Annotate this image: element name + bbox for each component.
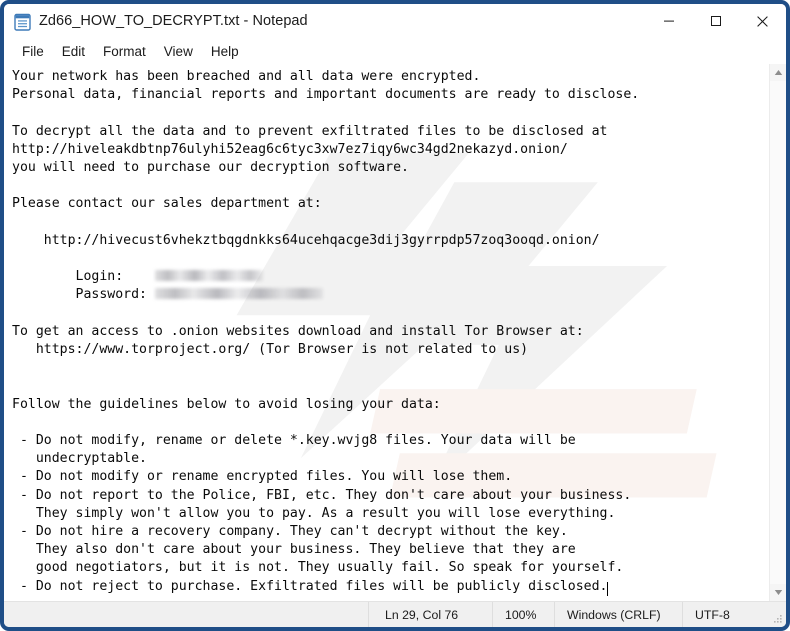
minimize-button[interactable]	[645, 4, 692, 38]
status-bar-spacer	[4, 602, 368, 627]
title-bar[interactable]: Zd66_HOW_TO_DECRYPT.txt - Notepad	[4, 4, 786, 38]
note-line: - Do not modify, rename or delete *.key.…	[12, 433, 576, 449]
close-icon	[757, 15, 768, 27]
note-line: They simply won't allow you to pay. As a…	[12, 505, 616, 521]
window-title: Zd66_HOW_TO_DECRYPT.txt - Notepad	[39, 13, 308, 29]
note-line: - Do not reject to purchase. Exfiltrated…	[12, 578, 608, 594]
menu-item-file[interactable]: File	[13, 42, 53, 61]
note-line-leak-url: http://hiveleakdbtnp76ulyhi52eag6c6tyc3x…	[12, 141, 568, 157]
login-value-redacted	[154, 269, 263, 281]
minimize-icon	[663, 20, 674, 22]
note-line: - Do not report to the Police, FBI, etc.…	[12, 487, 632, 503]
login-label: Login:	[12, 269, 155, 285]
maximize-icon	[710, 16, 721, 26]
menu-item-format[interactable]: Format	[94, 42, 155, 61]
note-line: Personal data, financial reports and imp…	[12, 87, 640, 103]
note-line: Follow the guidelines below to avoid los…	[12, 396, 441, 412]
password-label: Password:	[12, 287, 155, 303]
scroll-up-icon	[774, 70, 782, 75]
note-line: They also don't care about your business…	[12, 542, 576, 558]
note-line: good negotiators, but it is not. They us…	[12, 560, 624, 576]
note-line: To decrypt all the data and to prevent e…	[12, 123, 608, 139]
scroll-up-button[interactable]	[770, 64, 787, 81]
notepad-window: Zd66_HOW_TO_DECRYPT.txt - Notepad File E…	[0, 0, 790, 631]
password-value-redacted	[154, 287, 323, 299]
scrollbar-track[interactable]	[769, 81, 786, 584]
maximize-button[interactable]	[692, 4, 739, 38]
note-line: you will need to purchase our decryption…	[12, 160, 409, 176]
window-controls	[645, 4, 786, 38]
note-line: undecryptable.	[12, 451, 147, 467]
scroll-down-button[interactable]	[770, 584, 787, 601]
vertical-scrollbar[interactable]	[769, 64, 786, 601]
status-cursor-position: Ln 29, Col 76	[368, 602, 492, 627]
resize-grip-icon	[773, 615, 782, 623]
note-line: - Do not modify or rename encrypted file…	[12, 469, 513, 485]
menu-item-help[interactable]: Help	[202, 42, 248, 61]
note-line-tor-url: https://www.torproject.org/ (Tor Browser…	[12, 342, 529, 358]
status-bar: Ln 29, Col 76 100% Windows (CRLF) UTF-8	[4, 601, 786, 627]
status-zoom-level[interactable]: 100%	[492, 602, 554, 627]
menu-item-view[interactable]: View	[155, 42, 202, 61]
notepad-icon	[14, 13, 31, 31]
note-line: Please contact our sales department at:	[12, 196, 322, 212]
note-line: - Do not hire a recovery company. They c…	[12, 524, 568, 540]
close-button[interactable]	[739, 4, 786, 38]
resize-grip[interactable]	[768, 602, 786, 627]
note-line: To get an access to .onion websites down…	[12, 323, 584, 339]
menu-bar: File Edit Format View Help	[4, 38, 786, 64]
status-line-ending[interactable]: Windows (CRLF)	[554, 602, 682, 627]
menu-item-edit[interactable]: Edit	[53, 42, 94, 61]
editor-region: Your network has been breached and all d…	[4, 64, 786, 601]
note-line: Your network has been breached and all d…	[12, 69, 481, 84]
status-encoding[interactable]: UTF-8	[682, 602, 768, 627]
text-editor[interactable]: Your network has been breached and all d…	[4, 64, 769, 601]
scroll-down-icon	[774, 590, 782, 595]
text-caret	[607, 581, 609, 596]
ransom-note-text[interactable]: Your network has been breached and all d…	[4, 64, 769, 596]
note-line-support-url: http://hivecust6vhekztbqgdnkks64ucehqacg…	[12, 232, 600, 248]
